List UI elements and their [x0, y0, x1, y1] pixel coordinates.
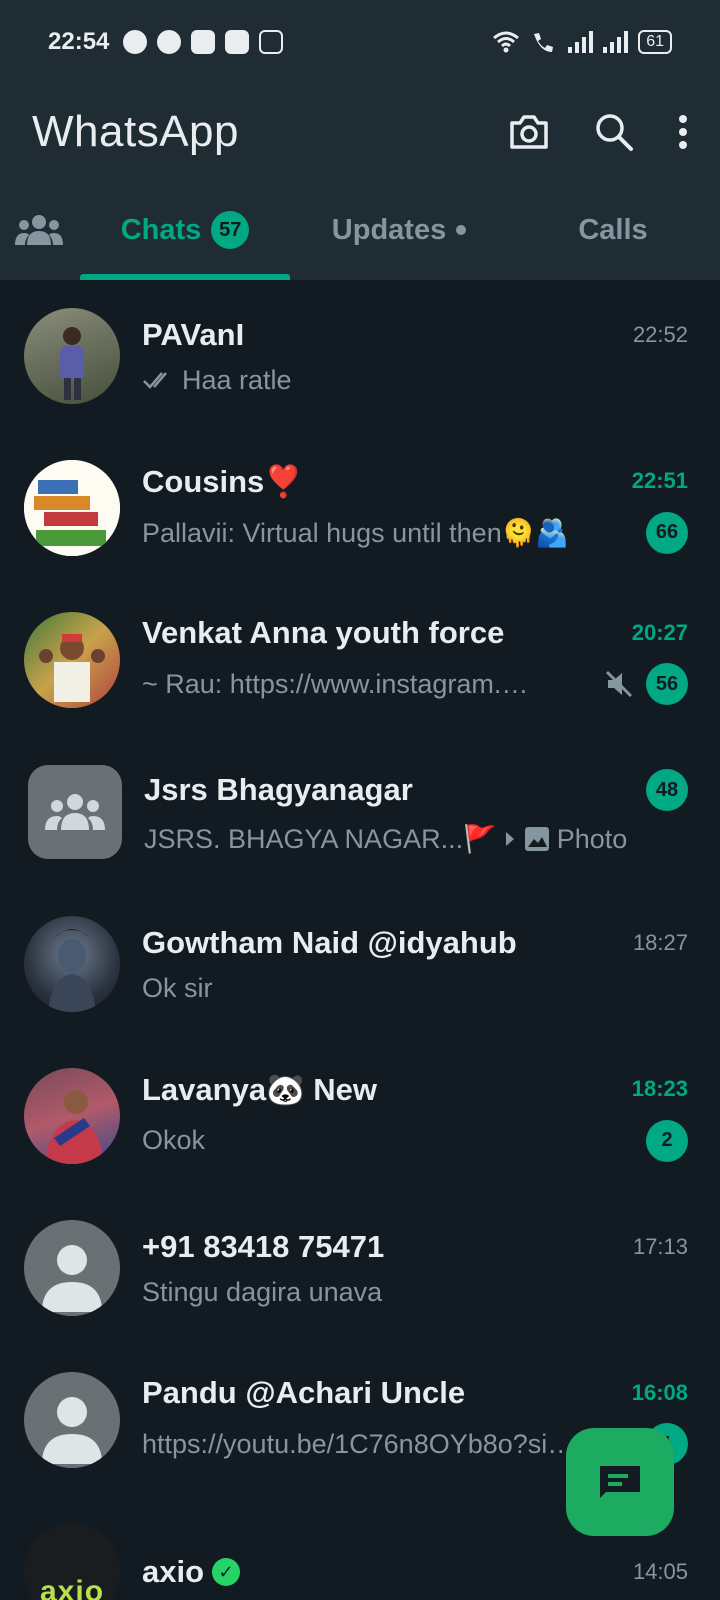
community-avatar	[28, 765, 122, 859]
more-options-icon[interactable]	[678, 114, 688, 150]
tab-chats-label: Chats	[120, 213, 202, 246]
updates-dot-indicator	[456, 225, 467, 235]
chat-name: +91 83418 75471	[142, 1228, 385, 1264]
chat-name: Venkat Anna youth force	[142, 615, 505, 650]
default-avatar	[24, 1220, 120, 1316]
app-icon	[225, 30, 250, 54]
play-arrow-icon	[505, 832, 514, 846]
search-icon[interactable]	[594, 112, 634, 152]
chat-preview-text: https://youtu.be/1C76n8OYb8o?si…	[142, 1428, 575, 1459]
chat-time: 20:27	[631, 620, 688, 645]
chat-time: 16:08	[631, 1380, 688, 1405]
default-avatar	[24, 1372, 120, 1468]
chat-name: Pandu @Achari Uncle	[142, 1375, 466, 1410]
tab-bar: Chats 57 Updates Calls	[0, 180, 720, 280]
signal-icon-1	[568, 31, 594, 53]
new-chat-icon	[600, 1466, 640, 1498]
chat-preview: Haa ratle	[142, 365, 688, 396]
volte-call-icon	[534, 33, 554, 52]
unread-badge: 48	[646, 769, 688, 811]
chat-time: 14:05	[632, 1559, 688, 1584]
chat-name: PAVanI	[142, 316, 245, 352]
chat-name: Lavanya🐼 New	[142, 1071, 378, 1107]
chat-name: Cousins❣️	[142, 463, 303, 499]
notification-icons	[123, 30, 284, 54]
wifi-icon	[493, 31, 520, 53]
chat-time: 22:51	[631, 468, 688, 493]
tab-calls-label: Calls	[578, 213, 648, 246]
media-label: Photo	[556, 823, 628, 854]
chat-row[interactable]: Lavanya🐼 New 18:23 Okok 2	[0, 1040, 720, 1192]
chat-time: 18:23	[631, 1076, 688, 1101]
avatar	[24, 1068, 120, 1164]
group-icon	[45, 794, 105, 830]
unread-badge: 2	[646, 1119, 688, 1162]
chat-preview-text: Haa ratle	[182, 364, 292, 395]
chat-time: 18:27	[632, 929, 688, 955]
photo-icon	[524, 827, 549, 851]
status-time: 22:54	[48, 28, 110, 55]
chat-preview-text: Stingu dagira unava	[142, 1276, 383, 1307]
chat-preview-text: Pallavii: Virtual hugs until then🫠🫂	[142, 517, 569, 548]
chat-preview-text: JSRS. BHAGYA NAGAR...🚩	[144, 824, 497, 854]
app-title: WhatsApp	[32, 107, 239, 156]
avatar	[24, 460, 120, 556]
avatar: axio	[24, 1524, 120, 1600]
tab-updates-label: Updates	[331, 213, 447, 246]
muted-icon	[605, 670, 633, 698]
person-icon	[42, 1245, 102, 1312]
message-icon	[157, 30, 182, 54]
communities-icon	[15, 215, 63, 245]
chat-time: 17:13	[632, 1233, 688, 1259]
double-check-icon	[143, 372, 167, 389]
chat-preview-text: ~ Rau: https://www.instagram.…	[142, 668, 529, 699]
game-icon	[191, 30, 216, 54]
chat-row[interactable]: +91 83418 75471 17:13 Stingu dagira unav…	[0, 1192, 720, 1344]
unread-badge: 56	[646, 663, 688, 705]
status-bar: 22:54 61	[0, 0, 720, 84]
chat-row[interactable]: PAVanI 22:52 Haa ratle	[0, 280, 720, 432]
chat-name: axio	[142, 1554, 205, 1589]
chat-time: 22:52	[632, 321, 688, 347]
new-chat-button[interactable]	[566, 1428, 674, 1536]
chat-row[interactable]: Jsrs Bhagyanagar 48 JSRS. BHAGYA NAGAR..…	[0, 736, 720, 888]
person-icon	[42, 1397, 102, 1464]
battery-indicator: 61	[638, 30, 672, 54]
tab-communities[interactable]	[0, 213, 78, 247]
tab-chats[interactable]: Chats 57	[78, 180, 292, 280]
chat-preview-text: Okok	[142, 1125, 206, 1155]
unread-badge: 66	[646, 511, 688, 554]
avatar	[24, 612, 120, 708]
gmail-icon	[259, 30, 284, 54]
camera-icon[interactable]	[508, 113, 550, 151]
chat-preview: JSRS. BHAGYA NAGAR...🚩 Photo	[144, 823, 688, 855]
avatar	[24, 916, 120, 1012]
chat-list: PAVanI 22:52 Haa ratle Cousins❣️ 22:51 P…	[0, 280, 720, 1600]
chat-name: Gowtham Naid @idyahub	[142, 924, 517, 960]
axio-logo: axio	[39, 1575, 105, 1600]
app-header: WhatsApp	[0, 84, 720, 180]
snapchat-icon	[123, 30, 148, 54]
verified-badge-icon: ✓	[212, 1558, 241, 1586]
tab-calls[interactable]: Calls	[506, 180, 720, 280]
avatar	[24, 308, 120, 404]
signal-icon-2	[603, 31, 629, 53]
tab-updates[interactable]: Updates	[292, 180, 506, 280]
chat-row[interactable]: Gowtham Naid @idyahub 18:27 Ok sir	[0, 888, 720, 1040]
chat-row[interactable]: Cousins❣️ 22:51 Pallavii: Virtual hugs u…	[0, 432, 720, 584]
chat-preview-text: Ok sir	[142, 972, 213, 1003]
chats-count-badge: 57	[211, 211, 250, 249]
chat-row[interactable]: Venkat Anna youth force 20:27 ~ Rau: htt…	[0, 584, 720, 736]
chat-name: Jsrs Bhagyanagar	[144, 772, 413, 807]
